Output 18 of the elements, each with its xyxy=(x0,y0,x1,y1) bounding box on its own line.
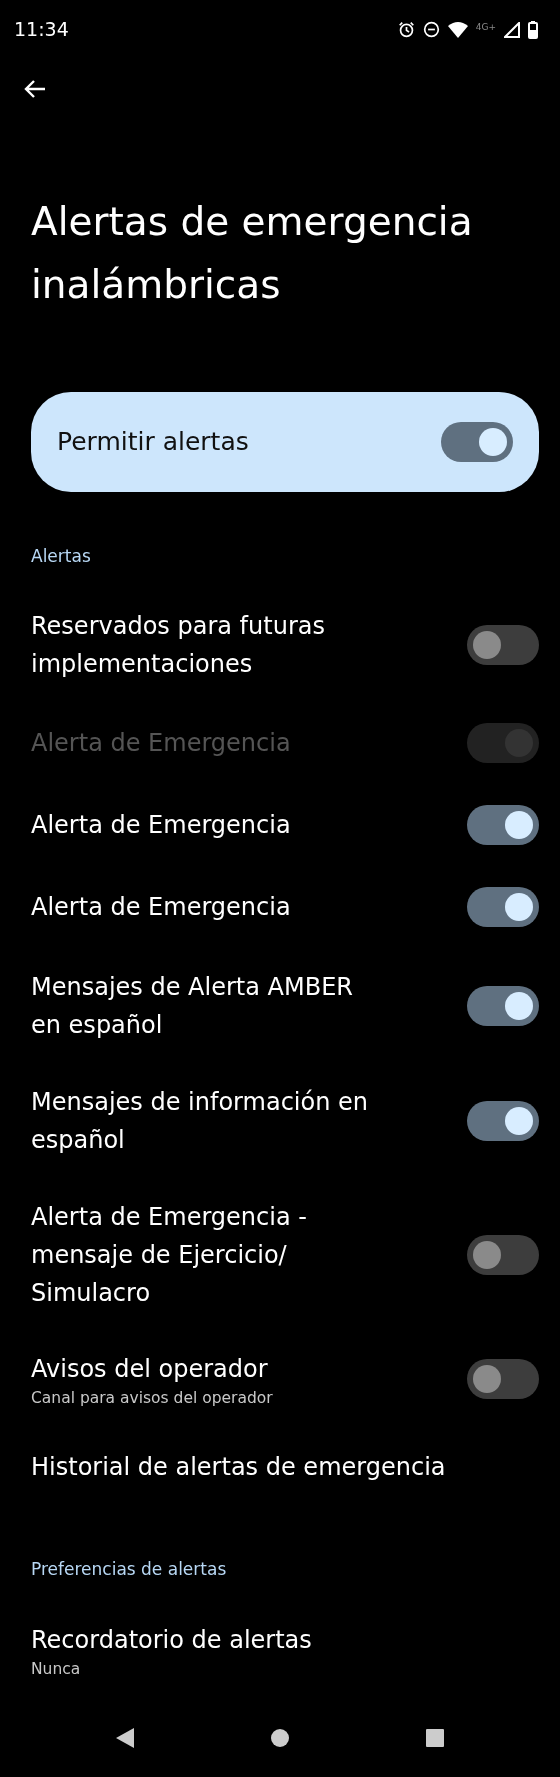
setting-title[interactable]: Alerta de Emergencia - mensaje de Ejercicio/ Simulacro xyxy=(31,1197,376,1312)
allow-alerts-label: Permitir alertas xyxy=(57,426,249,459)
network-type: 4G+ xyxy=(475,20,496,34)
setting-title[interactable]: Alerta de Emergencia xyxy=(31,806,291,845)
section-header: Preferencias de alertas xyxy=(30,1558,228,1582)
setting-title[interactable]: Avisos del operador xyxy=(31,1350,273,1389)
allow-alerts-card[interactable]: Permitir alertas xyxy=(31,392,539,492)
setting-title[interactable]: Historial de alertas de emergencia xyxy=(31,1447,446,1486)
setting-summary: Nunca xyxy=(31,1658,82,1679)
status-time: 11:34 xyxy=(14,17,69,43)
setting-title[interactable]: Recordatorio de alertas xyxy=(31,1620,312,1659)
setting-title[interactable]: Mensajes de información en español xyxy=(31,1082,376,1159)
page-title: Alertas de emergencia inalámbricas xyxy=(30,198,474,310)
section-header: Alertas xyxy=(30,544,92,568)
setting-summary: Canal para avisos del operador xyxy=(31,1388,273,1409)
setting-title[interactable]: Alerta de Emergencia xyxy=(31,888,291,927)
setting-title[interactable]: Reservados para futuras implementaciones xyxy=(31,606,376,683)
setting-title[interactable]: Mensajes de Alerta AMBER en español xyxy=(31,967,376,1044)
